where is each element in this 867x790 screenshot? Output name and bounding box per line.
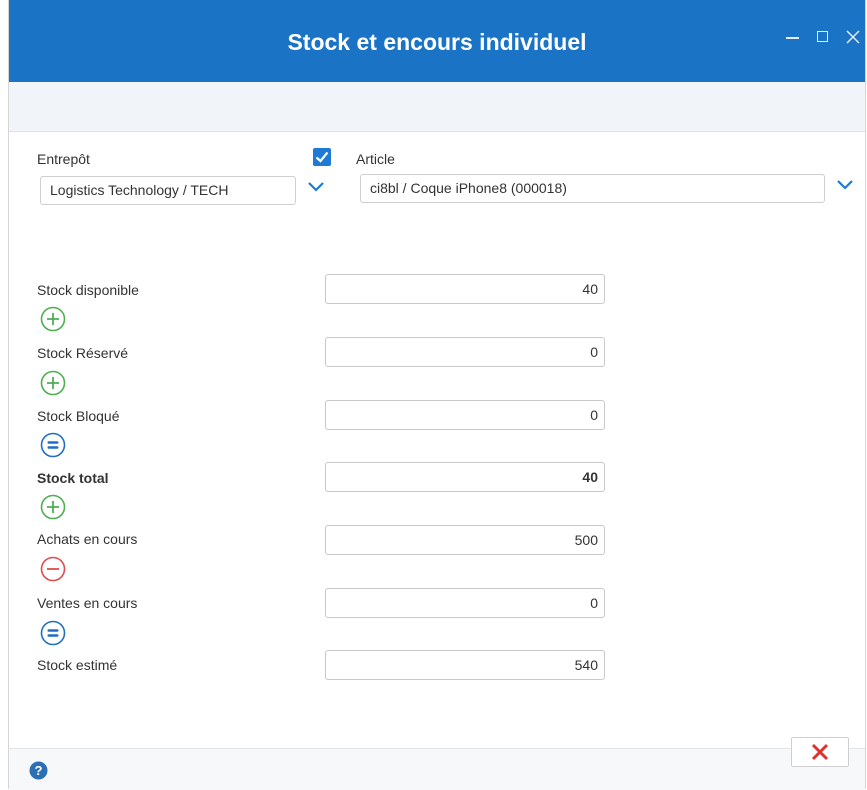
ventes-en-cours-field[interactable]: 0 (325, 588, 605, 618)
stock-estime-field[interactable]: 540 (325, 650, 605, 680)
minus-icon (40, 556, 66, 582)
stock-bloque-label: Stock Bloqué (37, 408, 120, 424)
achats-en-cours-label: Achats en cours (37, 531, 138, 547)
plus-icon (40, 370, 66, 396)
stock-disponible-label: Stock disponible (37, 282, 139, 298)
equals-icon (40, 620, 66, 646)
help-icon[interactable]: ? (29, 761, 48, 780)
stock-reserve-label: Stock Réservé (37, 345, 129, 361)
article-checkbox[interactable] (313, 148, 331, 166)
plus-icon (40, 306, 66, 332)
article-label: Article (356, 151, 395, 167)
stock-disponible-field[interactable]: 40 (325, 274, 605, 304)
plus-icon (40, 494, 66, 520)
footer-bar: ? (9, 737, 865, 790)
warehouse-chevron-down-icon[interactable] (306, 180, 326, 194)
ventes-en-cours-label: Ventes en cours (37, 595, 138, 611)
close-icon (811, 743, 829, 761)
warehouse-select[interactable]: Logistics Technology / TECH (40, 176, 296, 205)
article-chevron-down-icon[interactable] (835, 178, 855, 192)
stock-total-field[interactable]: 40 (325, 462, 605, 492)
dialog-window: Stock et encours individuel Entrepôt Log… (8, 0, 866, 790)
equals-icon (40, 432, 66, 458)
toolbar-band (9, 82, 865, 132)
svg-text:?: ? (35, 763, 43, 778)
check-icon (315, 151, 329, 163)
article-select[interactable]: ci8bl / Coque iPhone8 (000018) (360, 174, 825, 203)
maximize-icon[interactable] (814, 27, 834, 47)
title-bar: Stock et encours individuel (9, 0, 865, 82)
minimize-icon[interactable] (783, 27, 803, 47)
stock-bloque-field[interactable]: 0 (325, 400, 605, 430)
cancel-button[interactable] (791, 737, 849, 767)
warehouse-label: Entrepôt (37, 151, 90, 167)
window-close-icon[interactable] (843, 27, 863, 47)
window-title: Stock et encours individuel (287, 29, 587, 55)
achats-en-cours-field[interactable]: 500 (325, 525, 605, 555)
stock-total-label: Stock total (37, 470, 109, 486)
stock-estime-label: Stock estimé (37, 657, 118, 673)
stock-reserve-field[interactable]: 0 (325, 337, 605, 367)
